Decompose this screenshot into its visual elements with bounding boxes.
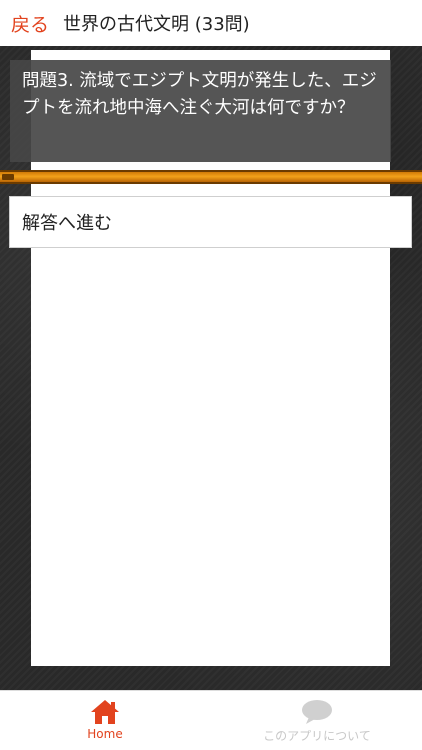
proceed-to-answer-button[interactable]: 解答へ進む	[9, 196, 412, 248]
nav-home-label: Home	[87, 727, 123, 741]
question-box: 問題3. 流域でエジプト文明が発生した、エジプトを流れ地中海へ注ぐ大河は何ですか…	[10, 60, 391, 162]
nav-about[interactable]: このアプリについて	[242, 699, 392, 749]
progress-bar	[0, 170, 422, 184]
question-text: 問題3. 流域でエジプト文明が発生した、エジプトを流れ地中海へ注ぐ大河は何ですか…	[22, 71, 377, 118]
home-icon	[91, 700, 119, 724]
progress-start-marker	[2, 174, 14, 180]
speech-bubble-icon	[302, 700, 332, 724]
back-button[interactable]: 戻る	[11, 10, 49, 37]
quiz-area: 問題3. 流域でエジプト文明が発生した、エジプトを流れ地中海へ注ぐ大河は何ですか…	[0, 46, 422, 690]
page-title: 世界の古代文明 (33問)	[63, 14, 250, 35]
app-header: 戻る 世界の古代文明 (33問)	[0, 0, 422, 46]
nav-about-label: このアプリについて	[263, 729, 371, 743]
nav-home[interactable]: Home	[30, 699, 180, 749]
bottom-nav: Home このアプリについて	[0, 690, 422, 750]
